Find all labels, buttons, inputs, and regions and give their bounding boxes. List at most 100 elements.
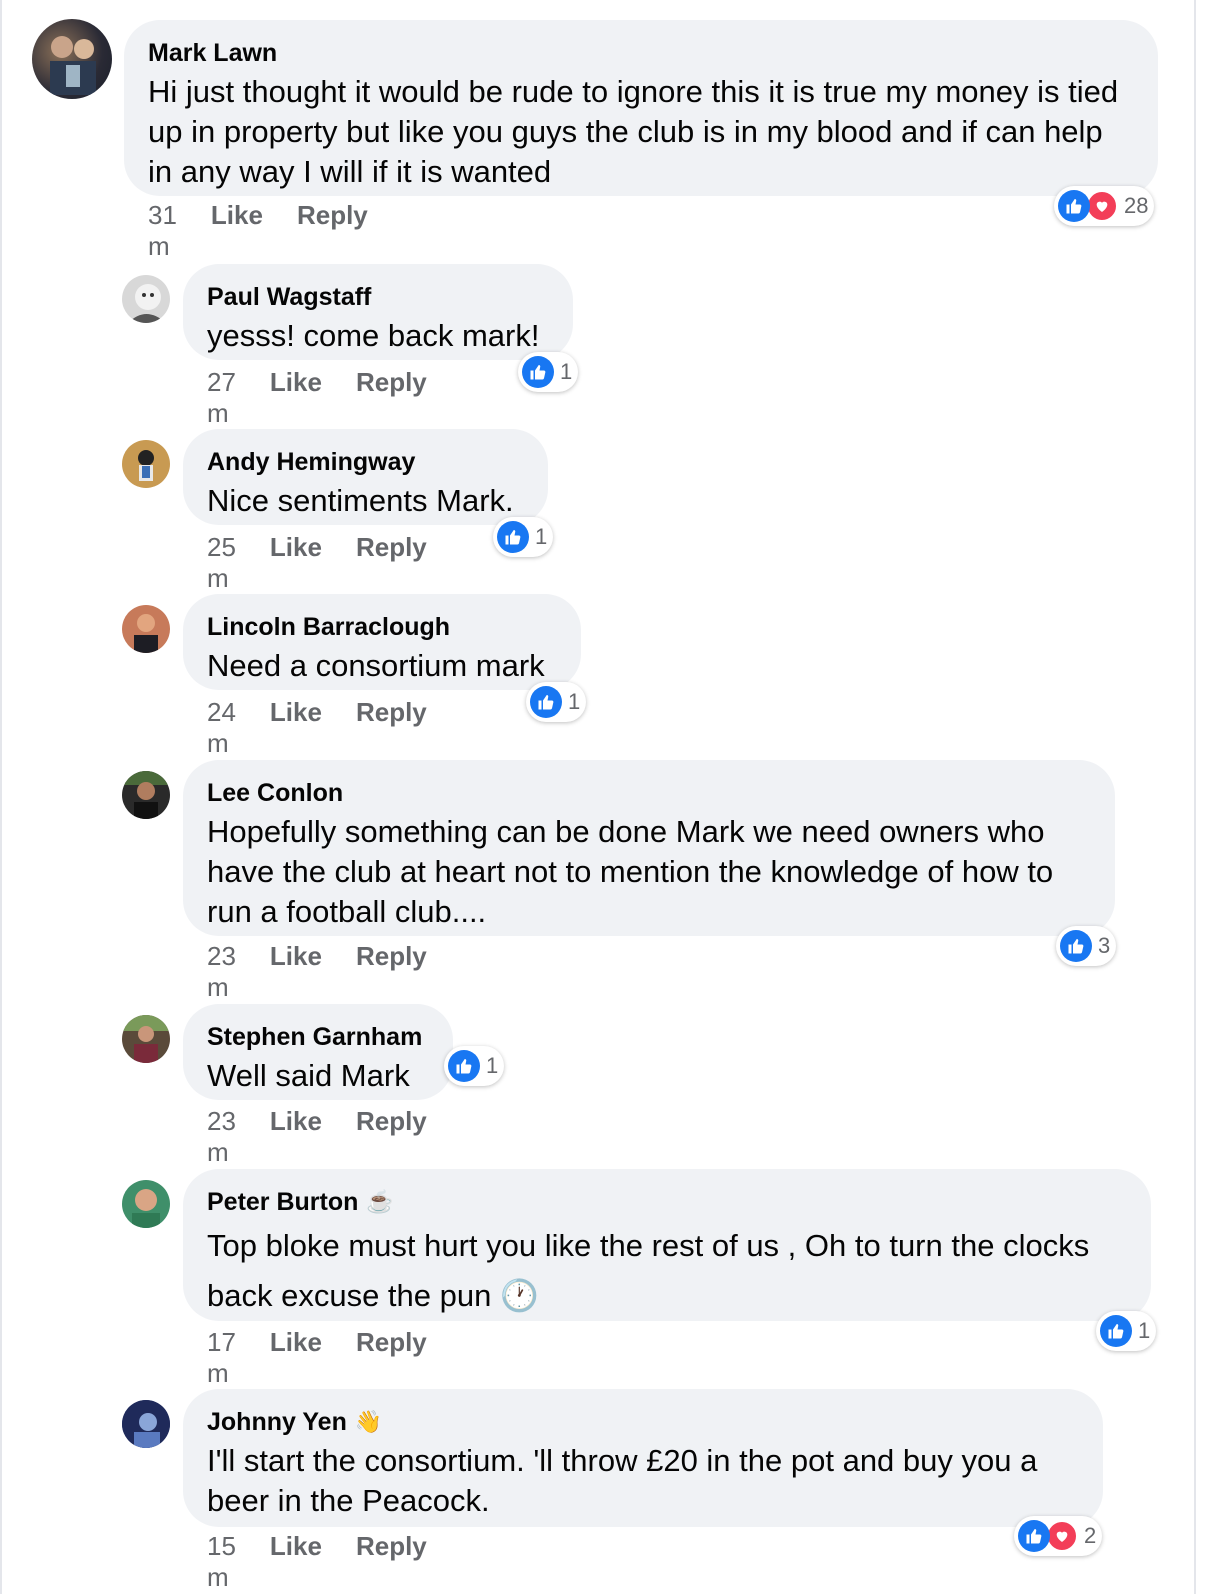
reply-button[interactable]: Reply: [356, 367, 427, 429]
avatar[interactable]: [122, 440, 170, 488]
avatar-photo-icon: [122, 1400, 170, 1448]
comment-actions: 23 m Like Reply: [207, 1106, 427, 1168]
comment-bubble[interactable]: Mark Lawn Hi just thought it would be ru…: [124, 20, 1158, 196]
right-divider: [1194, 0, 1196, 1594]
comment-bubble[interactable]: Lincoln Barraclough Need a consortium ma…: [183, 594, 581, 690]
comment-text: Nice sentiments Mark.: [207, 483, 514, 518]
reply-button[interactable]: Reply: [356, 941, 427, 1003]
reaction-count: 1: [568, 689, 581, 714]
avatar[interactable]: [122, 1015, 170, 1063]
comment-actions: 15 m Like Reply: [207, 1531, 427, 1593]
reply-button[interactable]: Reply: [356, 532, 427, 594]
avatar[interactable]: [122, 605, 170, 653]
thumbs-up-icon: [448, 1050, 480, 1082]
like-button[interactable]: Like: [270, 1327, 322, 1389]
reaction-summary[interactable]: 2: [1014, 1516, 1103, 1556]
avatar-photo-icon: [122, 1015, 170, 1063]
reaction-summary[interactable]: 1: [518, 352, 579, 392]
avatar[interactable]: [122, 1400, 170, 1448]
comment-timestamp[interactable]: 24 m: [207, 697, 236, 759]
reaction-count: 1: [560, 359, 573, 384]
like-button[interactable]: Like: [270, 941, 322, 1003]
reaction-count: 2: [1084, 1523, 1097, 1548]
comment-author[interactable]: Johnny Yen 👋: [207, 1407, 1079, 1437]
comment-timestamp[interactable]: 17 m: [207, 1327, 236, 1389]
avatar[interactable]: [122, 275, 170, 323]
comment-author[interactable]: Mark Lawn: [148, 38, 1134, 68]
coffee-icon: ☕: [366, 1189, 394, 1214]
comment-timestamp[interactable]: 15 m: [207, 1531, 236, 1593]
avatar-photo-icon: [50, 36, 96, 95]
reaction-summary[interactable]: 1: [493, 517, 554, 557]
comment-actions: 23 m Like Reply: [207, 941, 427, 1003]
comment-author[interactable]: Paul Wagstaff: [207, 282, 549, 312]
thumbs-up-icon: [1100, 1315, 1132, 1347]
comment-author[interactable]: Lee Conlon: [207, 778, 1091, 808]
thumbs-up-icon: [1018, 1520, 1050, 1552]
reaction-summary[interactable]: 1: [526, 682, 587, 722]
comment-bubble[interactable]: Paul Wagstaff yesss! come back mark!: [183, 264, 573, 360]
like-button[interactable]: Like: [211, 200, 263, 262]
left-divider: [0, 0, 2, 1594]
like-button[interactable]: Like: [270, 367, 322, 429]
comment-author[interactable]: Peter Burton ☕: [207, 1187, 1127, 1217]
avatar[interactable]: [32, 19, 112, 99]
comment-timestamp[interactable]: 23 m: [207, 941, 236, 1003]
reaction-count: 3: [1098, 933, 1111, 958]
reply-button[interactable]: Reply: [297, 200, 368, 262]
comment-actions: 17 m Like Reply: [207, 1327, 427, 1389]
comment-text: Well said Mark: [207, 1058, 410, 1093]
avatar-photo-icon: [122, 771, 170, 819]
thumbs-up-icon: [1060, 930, 1092, 962]
avatar-photo-icon: [128, 284, 166, 323]
avatar[interactable]: [122, 771, 170, 819]
comment-author[interactable]: Stephen Garnham: [207, 1022, 429, 1052]
reply-button[interactable]: Reply: [356, 697, 427, 759]
reaction-count: 28: [1124, 193, 1149, 218]
thumbs-up-icon: [497, 521, 529, 553]
waving-hand-icon: 👋: [354, 1409, 383, 1434]
reaction-count: 1: [486, 1053, 499, 1078]
comment-actions: 31 m Like Reply: [148, 200, 368, 262]
comment-actions: 25 m Like Reply: [207, 532, 427, 594]
heart-icon: [1046, 1520, 1078, 1552]
avatar-photo-icon: [134, 614, 158, 653]
reaction-summary[interactable]: 1: [1096, 1311, 1157, 1351]
comment-text: I'll start the consortium. 'll throw £20…: [207, 1443, 1038, 1518]
reply-button[interactable]: Reply: [356, 1106, 427, 1168]
comment-text: Hopefully something can be done Mark we …: [207, 814, 1054, 929]
reaction-summary[interactable]: 3: [1056, 926, 1117, 966]
thumbs-up-icon: [1058, 190, 1090, 222]
heart-icon: [1086, 190, 1118, 222]
comment-text: yesss! come back mark!: [207, 318, 540, 353]
comment-bubble[interactable]: Stephen Garnham Well said Mark: [183, 1004, 453, 1100]
comment-bubble[interactable]: Andy Hemingway Nice sentiments Mark.: [183, 429, 548, 525]
comment-bubble[interactable]: Lee Conlon Hopefully something can be do…: [183, 760, 1115, 936]
like-button[interactable]: Like: [270, 697, 322, 759]
reaction-summary[interactable]: 1: [444, 1046, 505, 1086]
avatar-photo-icon: [138, 450, 154, 481]
comment-bubble[interactable]: Peter Burton ☕ Top bloke must hurt you l…: [183, 1169, 1151, 1321]
reply-button[interactable]: Reply: [356, 1531, 427, 1593]
reply-button[interactable]: Reply: [356, 1327, 427, 1389]
comment-author[interactable]: Lincoln Barraclough: [207, 612, 557, 642]
like-button[interactable]: Like: [270, 532, 322, 594]
reaction-count: 1: [535, 524, 548, 549]
comment-actions: 27 m Like Reply: [207, 367, 427, 429]
like-button[interactable]: Like: [270, 1106, 322, 1168]
comment-timestamp[interactable]: 31 m: [148, 200, 177, 262]
reaction-summary[interactable]: 28: [1054, 186, 1155, 226]
comment-timestamp[interactable]: 25 m: [207, 532, 236, 594]
comment-author[interactable]: Andy Hemingway: [207, 447, 524, 477]
comment-text: Top bloke must hurt you like the rest of…: [207, 1228, 1090, 1313]
comment-bubble[interactable]: Johnny Yen 👋 I'll start the consortium. …: [183, 1389, 1103, 1527]
comment-timestamp[interactable]: 27 m: [207, 367, 236, 429]
thumbs-up-icon: [530, 686, 562, 718]
comment-text: Hi just thought it would be rude to igno…: [148, 74, 1119, 189]
comment-text: Need a consortium mark: [207, 648, 545, 683]
thumbs-up-icon: [522, 356, 554, 388]
comment-actions: 24 m Like Reply: [207, 697, 427, 759]
comment-timestamp[interactable]: 23 m: [207, 1106, 236, 1168]
avatar[interactable]: [122, 1180, 170, 1228]
like-button[interactable]: Like: [270, 1531, 322, 1593]
